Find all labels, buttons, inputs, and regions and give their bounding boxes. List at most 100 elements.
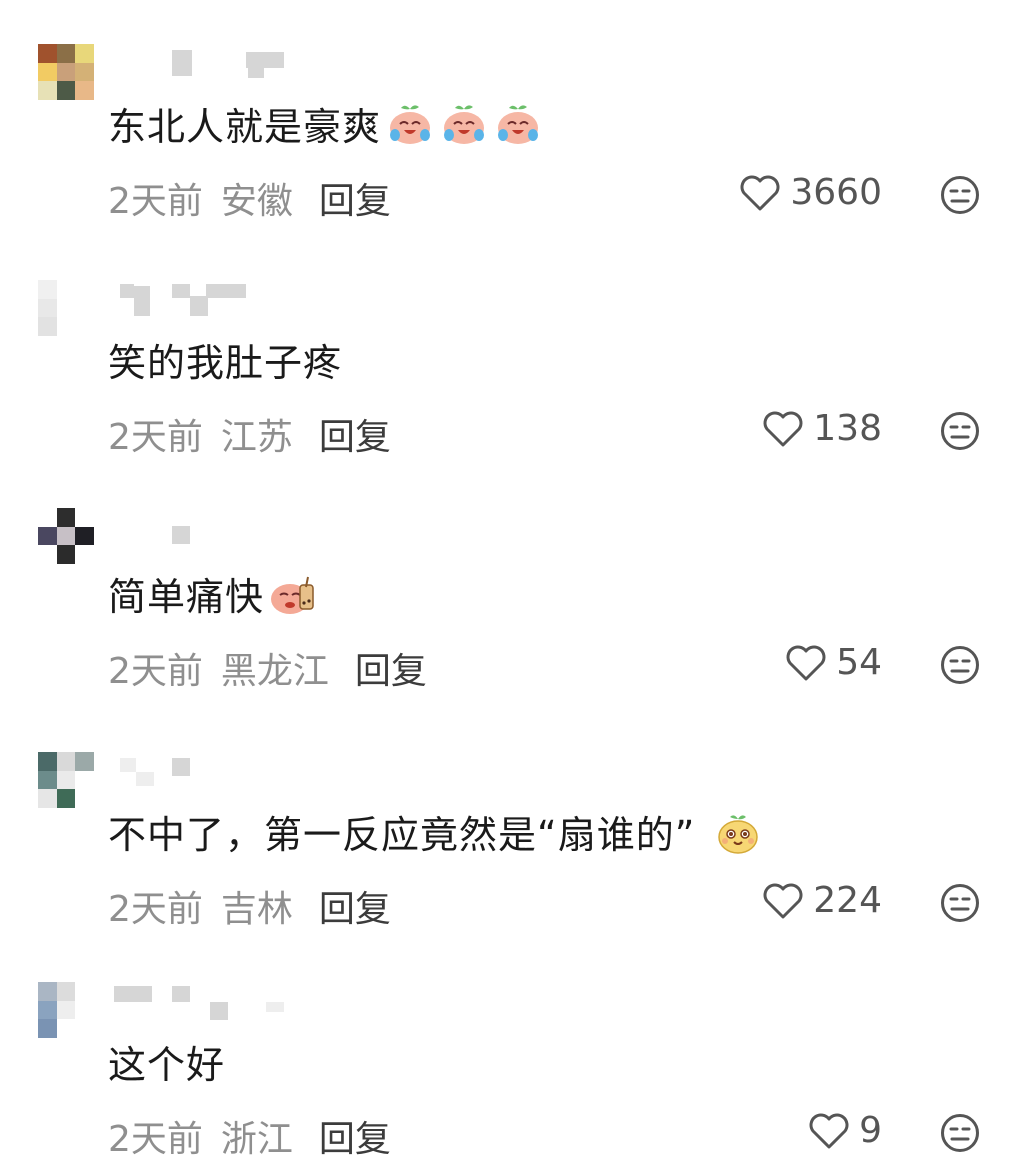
avatar-pixel (38, 526, 57, 546)
reply-button[interactable]: 回复 (355, 642, 427, 694)
avatar[interactable] (38, 280, 94, 336)
avatar-pixel (75, 752, 94, 771)
comment-location: 浙江 (220, 1119, 293, 1160)
like-count: 138 (813, 408, 882, 449)
avatar[interactable] (38, 752, 94, 808)
like-button[interactable]: 224 (761, 880, 882, 921)
comment-text-row: 东北人就是豪爽 (108, 96, 543, 151)
neutral-face-icon[interactable] (940, 175, 980, 215)
username-blurred[interactable] (114, 986, 334, 1020)
avatar-pixel (56, 62, 76, 82)
comment-time: 2天前 (108, 417, 203, 458)
comment-time: 2天前 (108, 181, 203, 222)
avatar[interactable] (38, 982, 94, 1038)
avatar-pixel (56, 298, 76, 318)
avatar[interactable] (38, 44, 94, 100)
comment-location: 安徽 (220, 181, 293, 222)
avatar-pixel (56, 1000, 76, 1020)
comment-meta: 2天前 江苏 回复 (108, 408, 391, 460)
reply-button[interactable]: 回复 (319, 880, 391, 932)
reply-button[interactable]: 回复 (319, 408, 391, 460)
avatar-pixel (75, 1000, 94, 1020)
avatar-pixel (75, 298, 94, 318)
avatar-pixel (38, 508, 57, 527)
like-count: 224 (813, 880, 882, 921)
avatar-pixel (38, 81, 57, 100)
username-blurred[interactable] (114, 284, 334, 316)
avatar-pixel (38, 298, 57, 318)
avatar-pixel (75, 280, 94, 299)
yellow-smiling-pear-emoji (718, 814, 759, 854)
avatar-pixel (75, 1019, 94, 1038)
comment-meta: 2天前 黑龙江 回复 (108, 642, 427, 694)
avatar-pixel (75, 545, 94, 564)
comment-text-row: 笑的我肚子疼 (108, 332, 342, 387)
comment-time: 2天前 (108, 1119, 203, 1160)
avatar-pixel (38, 1000, 57, 1020)
avatar-pixel (56, 1019, 76, 1038)
avatar-pixel (38, 982, 57, 1001)
like-button[interactable]: 54 (784, 642, 882, 683)
comment-meta: 2天前 安徽 回复 (108, 172, 391, 224)
avatar-pixel (56, 770, 76, 790)
avatar-pixel (38, 789, 57, 808)
crying-laughing-peach-emoji (498, 104, 539, 144)
avatar-pixel (75, 982, 94, 1001)
reply-button[interactable]: 回复 (319, 1110, 391, 1162)
like-count: 9 (859, 1110, 882, 1151)
comment-time: 2天前 (108, 651, 203, 692)
avatar-pixel (38, 44, 57, 63)
avatar[interactable] (38, 508, 94, 564)
avatar-pixel (38, 280, 57, 299)
username-blurred[interactable] (114, 512, 334, 544)
avatar-pixel (38, 317, 57, 336)
heart-outline-icon (740, 175, 780, 210)
comment-text: 东北人就是豪爽 (108, 105, 382, 149)
like-count: 3660 (790, 172, 882, 213)
avatar-pixel (75, 508, 94, 527)
avatar-pixel (75, 81, 94, 100)
heart-outline-icon (809, 1113, 849, 1148)
avatar-pixel (56, 789, 76, 808)
avatar-pixel (56, 317, 76, 336)
neutral-face-icon[interactable] (940, 645, 980, 685)
neutral-face-icon[interactable] (940, 411, 980, 451)
comment-text-row: 简单痛快 (108, 566, 318, 621)
comment-location: 吉林 (220, 889, 293, 930)
avatar-pixel (56, 81, 76, 100)
avatar-pixel (56, 280, 76, 299)
avatar-pixel (75, 526, 94, 546)
avatar-pixel (75, 317, 94, 336)
avatar-pixel (38, 770, 57, 790)
avatar-pixel (75, 789, 94, 808)
avatar-pixel (75, 62, 94, 82)
like-button[interactable]: 138 (761, 408, 882, 449)
comment-time: 2天前 (108, 889, 203, 930)
comment-meta: 2天前 浙江 回复 (108, 1110, 391, 1162)
comment-text: 不中了，第一反应竟然是“扇谁的” (108, 813, 696, 857)
like-count: 54 (836, 642, 882, 683)
peach-bubble-tea-emoji (271, 576, 314, 614)
avatar-pixel (56, 752, 76, 771)
avatar-pixel (56, 44, 76, 63)
like-button[interactable]: 3660 (738, 172, 882, 213)
neutral-face-icon[interactable] (940, 1113, 980, 1153)
neutral-face-icon[interactable] (940, 883, 980, 923)
avatar-pixel (75, 44, 94, 63)
avatar-pixel (38, 545, 57, 564)
username-blurred[interactable] (114, 48, 334, 78)
avatar-pixel (38, 752, 57, 771)
avatar-pixel (75, 770, 94, 790)
comment-text: 笑的我肚子疼 (108, 341, 343, 385)
heart-outline-icon (763, 411, 803, 446)
heart-outline-icon (786, 645, 826, 680)
comment-meta: 2天前 吉林 回复 (108, 880, 391, 932)
avatar-pixel (56, 508, 76, 527)
avatar-pixel (38, 1019, 57, 1038)
like-button[interactable]: 9 (807, 1110, 882, 1151)
avatar-pixel (56, 982, 76, 1001)
reply-button[interactable]: 回复 (319, 172, 391, 224)
username-blurred[interactable] (114, 756, 334, 786)
avatar-pixel (56, 526, 76, 546)
crying-laughing-peach-emoji (444, 104, 485, 144)
